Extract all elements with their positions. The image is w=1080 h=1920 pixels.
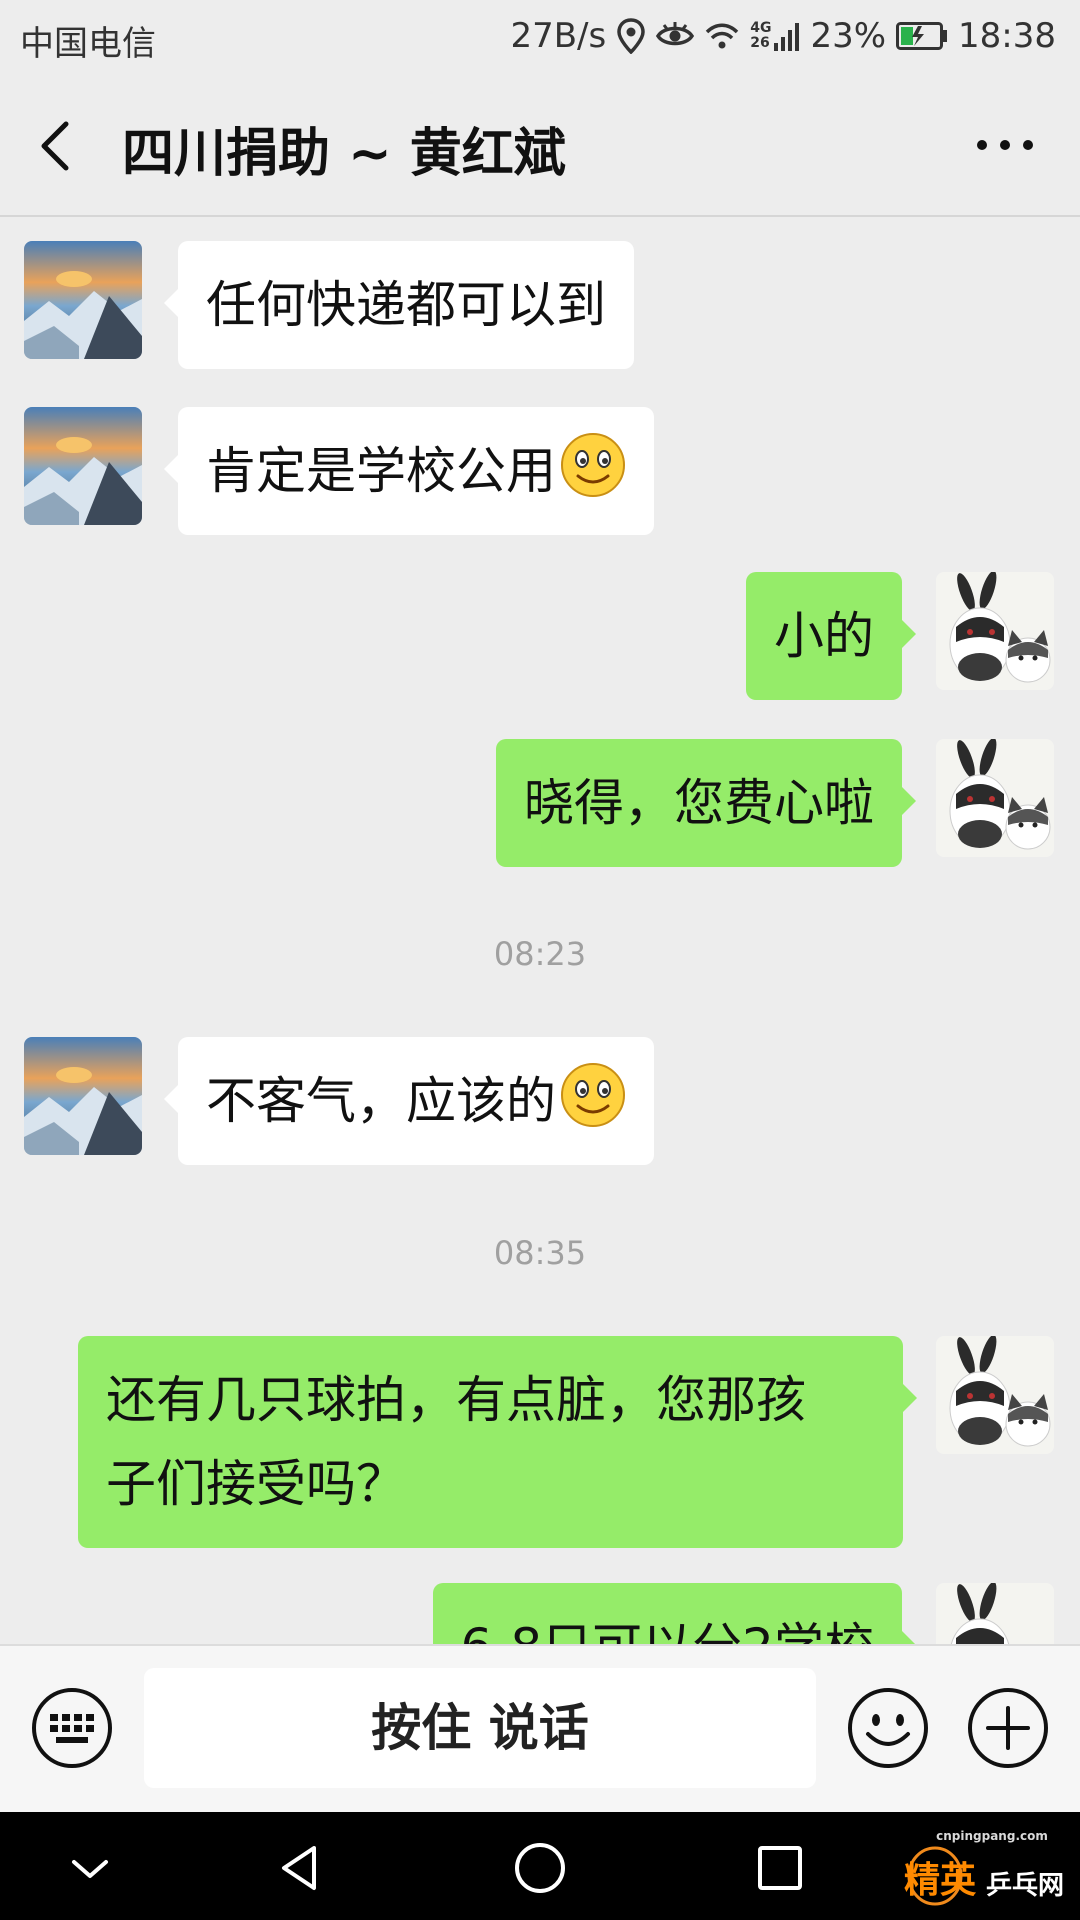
timestamp-divider: 08:35 xyxy=(493,1234,587,1272)
eye-icon xyxy=(656,22,695,46)
nav-home-icon[interactable] xyxy=(508,1836,572,1900)
smile-emoji-icon xyxy=(561,1063,625,1127)
chat-message-list[interactable]: 任何快递都可以到 肯定是学校公用 小的 晓得，您费心啦 08:23 不客气，应该… xyxy=(0,217,1080,1644)
message-text-line: 子们接受吗？ xyxy=(106,1455,406,1513)
plus-icon[interactable] xyxy=(966,1686,1050,1770)
wifi-icon xyxy=(705,23,739,49)
message-text: 晓得，您费心啦 xyxy=(524,774,874,832)
network-sub-label: 26 xyxy=(750,35,770,51)
message-bubble-sent[interactable]: 晓得，您费心啦 xyxy=(496,739,916,867)
signal-indicator: 4G 26 xyxy=(750,21,800,51)
location-icon xyxy=(617,18,645,54)
hold-to-talk-button[interactable]: 按住 说话 xyxy=(144,1668,816,1788)
network-type-label: 4G xyxy=(750,20,772,36)
message-bubble-received[interactable]: 任何快递都可以到 xyxy=(164,241,634,369)
message-text: 6-8只可以分2学校 xyxy=(461,1618,874,1644)
message-text: 任何快递都可以到 xyxy=(206,276,606,334)
clock-time: 18:38 xyxy=(958,16,1056,56)
my-avatar[interactable] xyxy=(936,739,1054,857)
nav-back-icon[interactable] xyxy=(268,1836,332,1900)
network-speed: 27B/s xyxy=(510,16,607,56)
battery-icon xyxy=(896,22,948,50)
message-bubble-sent[interactable]: 小的 xyxy=(746,572,916,700)
chat-header: 四川捐助 ~ 黄红斌 xyxy=(0,75,1080,217)
signal-bars-icon xyxy=(774,23,800,51)
more-icon[interactable] xyxy=(970,125,1040,165)
my-avatar[interactable] xyxy=(936,1336,1054,1454)
back-arrow-icon[interactable] xyxy=(30,110,90,180)
system-nav-bar: cnpingpang.com 精英 乒乓网 xyxy=(0,1812,1080,1920)
nav-down-icon[interactable] xyxy=(58,1836,122,1900)
keyboard-icon[interactable] xyxy=(30,1686,114,1770)
my-avatar[interactable] xyxy=(936,572,1054,690)
contact-avatar[interactable] xyxy=(24,407,142,525)
watermark-brand-a: 精英 xyxy=(904,1860,977,1901)
contact-avatar[interactable] xyxy=(24,241,142,359)
message-bubble-sent[interactable]: 6-8只可以分2学校 xyxy=(432,1583,917,1644)
message-text: 不客气，应该的 xyxy=(206,1072,556,1130)
my-avatar[interactable] xyxy=(936,1583,1054,1644)
chat-input-bar: 按住 说话 xyxy=(0,1644,1080,1812)
timestamp-divider: 08:23 xyxy=(493,935,587,973)
watermark-site: cnpingpang.com xyxy=(936,1829,1048,1843)
emoji-icon[interactable] xyxy=(846,1686,930,1770)
message-bubble-received[interactable]: 不客气，应该的 xyxy=(164,1037,654,1165)
battery-percent: 23% xyxy=(810,16,887,56)
status-bar: 中国电信 27B/s 4G 26 23% 18:38 xyxy=(0,0,1080,75)
message-text: 小的 xyxy=(774,607,874,665)
nav-recents-icon[interactable] xyxy=(748,1836,812,1900)
message-text: 肯定是学校公用 xyxy=(206,442,556,500)
carrier-name: 中国电信 xyxy=(20,24,156,64)
chat-title: 四川捐助 ~ 黄红斌 xyxy=(122,124,566,184)
smile-emoji-icon xyxy=(561,433,625,497)
site-watermark-logo: cnpingpang.com 精英 乒乓网 xyxy=(904,1829,1064,1906)
message-bubble-sent[interactable]: 还有几只球拍，有点脏，您那孩 子们接受吗？ xyxy=(78,1336,917,1548)
message-bubble-received[interactable]: 肯定是学校公用 xyxy=(164,407,654,535)
status-indicators: 27B/s 4G 26 23% 18:38 xyxy=(510,14,1056,58)
watermark-brand-b: 乒乓网 xyxy=(986,1871,1064,1901)
message-text-line: 还有几只球拍，有点脏，您那孩 xyxy=(106,1371,806,1429)
contact-avatar[interactable] xyxy=(24,1037,142,1155)
